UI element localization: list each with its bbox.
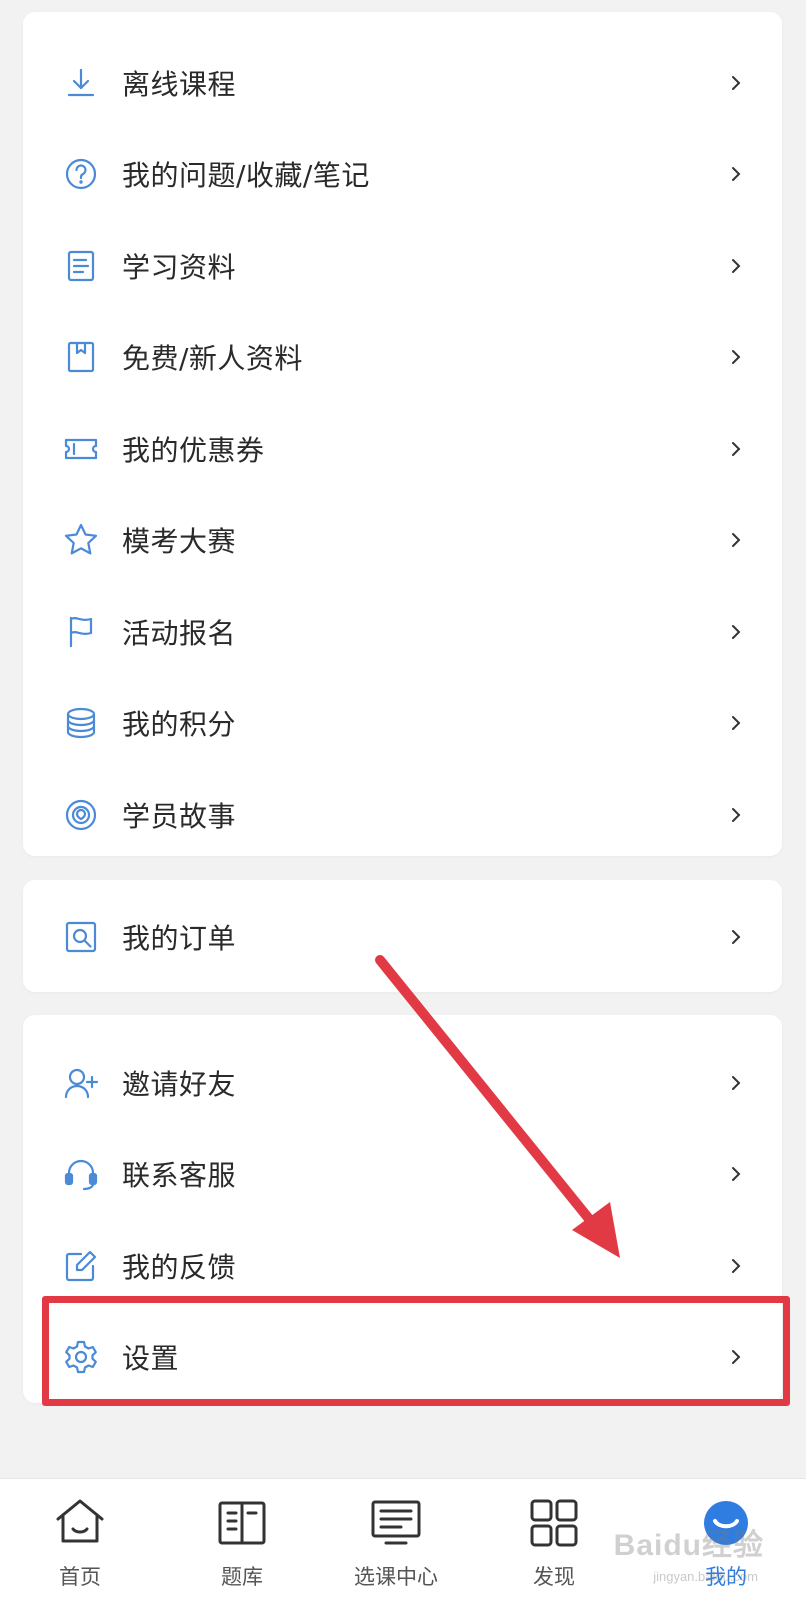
gear-icon (63, 1339, 99, 1375)
menu-item-label: 我的优惠券 (122, 433, 265, 467)
chevron-right-icon (726, 805, 746, 825)
menu-card-learning: 离线课程 我的问题/收藏/笔记 学习资料 免费/新人资料 我的优惠券 模考大赛 … (23, 12, 782, 856)
menu-item-invite-friends[interactable]: 邀请好友 (23, 1037, 782, 1129)
menu-item-study-materials[interactable]: 学习资料 (23, 220, 782, 312)
nav-discover[interactable]: 发现 (494, 1479, 614, 1600)
chevron-right-icon (726, 1073, 746, 1093)
chevron-right-icon (726, 256, 746, 276)
grid-icon (524, 1495, 584, 1551)
menu-item-label: 学员故事 (122, 799, 237, 833)
book-icon (212, 1495, 272, 1551)
menu-item-label: 邀请好友 (122, 1067, 237, 1101)
nav-label: 发现 (533, 1565, 575, 1589)
menu-item-coupons[interactable]: 我的优惠券 (23, 403, 782, 495)
menu-item-label: 活动报名 (122, 616, 237, 650)
home-icon (50, 1495, 110, 1551)
story-icon (63, 797, 99, 833)
menu-card-orders: 我的订单 (23, 880, 782, 992)
menu-item-label: 免费/新人资料 (122, 342, 303, 376)
watermark-logo: Baidu经验 (613, 1529, 764, 1562)
nav-label: 选课中心 (354, 1565, 438, 1589)
chevron-right-icon (726, 927, 746, 947)
nav-course-center[interactable]: 选课中心 (336, 1479, 456, 1600)
menu-item-my-points[interactable]: 我的积分 (23, 678, 782, 770)
bottom-navigation: 首页 题库 选课中心 发现 我的 Baidu经验 jingyan.baidu.c… (0, 1478, 806, 1600)
menu-item-my-feedback[interactable]: 我的反馈 (23, 1220, 782, 1312)
chevron-right-icon (726, 713, 746, 733)
chevron-right-icon (726, 164, 746, 184)
nav-label: 题库 (221, 1565, 263, 1589)
add-user-icon (63, 1065, 99, 1101)
chevron-right-icon (726, 530, 746, 550)
chevron-right-icon (726, 73, 746, 93)
edit-icon (63, 1248, 99, 1284)
menu-item-label: 离线课程 (122, 67, 237, 101)
menu-item-settings[interactable]: 设置 (23, 1312, 782, 1404)
chevron-right-icon (726, 1164, 746, 1184)
menu-item-free-materials[interactable]: 免费/新人资料 (23, 312, 782, 404)
menu-item-event-signup[interactable]: 活动报名 (23, 586, 782, 678)
menu-item-my-orders[interactable]: 我的订单 (23, 902, 782, 972)
menu-item-label: 我的订单 (122, 922, 237, 955)
menu-item-label: 模考大赛 (122, 525, 237, 559)
headset-icon (63, 1156, 99, 1192)
menu-item-student-stories[interactable]: 学员故事 (23, 769, 782, 861)
chevron-right-icon (726, 1256, 746, 1276)
menu-item-label: 设置 (122, 1342, 180, 1376)
menu-item-offline-courses[interactable]: 离线课程 (23, 37, 782, 129)
document-icon (63, 248, 99, 284)
order-search-icon (63, 919, 99, 955)
menu-item-label: 我的积分 (122, 708, 237, 742)
question-icon (63, 156, 99, 192)
star-icon (63, 522, 99, 558)
chevron-right-icon (726, 1347, 746, 1367)
chevron-right-icon (726, 622, 746, 642)
menu-item-mock-exam[interactable]: 模考大赛 (23, 495, 782, 587)
menu-item-my-questions[interactable]: 我的问题/收藏/笔记 (23, 129, 782, 221)
download-icon (63, 65, 99, 101)
nav-question-bank[interactable]: 题库 (182, 1479, 302, 1600)
watermark-url: jingyan.baidu.com (653, 1569, 758, 1584)
coins-icon (63, 705, 99, 741)
menu-item-label: 我的问题/收藏/笔记 (122, 159, 370, 193)
menu-item-label: 学习资料 (122, 250, 237, 284)
nav-label: 首页 (59, 1565, 101, 1589)
chevron-right-icon (726, 439, 746, 459)
nav-home[interactable]: 首页 (20, 1479, 140, 1600)
chevron-right-icon (726, 347, 746, 367)
ticket-icon (63, 431, 99, 467)
flag-icon (63, 614, 99, 650)
menu-item-contact-support[interactable]: 联系客服 (23, 1129, 782, 1221)
menu-item-label: 我的反馈 (122, 1250, 237, 1284)
bookmark-book-icon (63, 339, 99, 375)
menu-card-account: 邀请好友 联系客服 我的反馈 设置 (23, 1015, 782, 1403)
menu-item-label: 联系客服 (122, 1159, 237, 1193)
monitor-icon (366, 1495, 426, 1551)
